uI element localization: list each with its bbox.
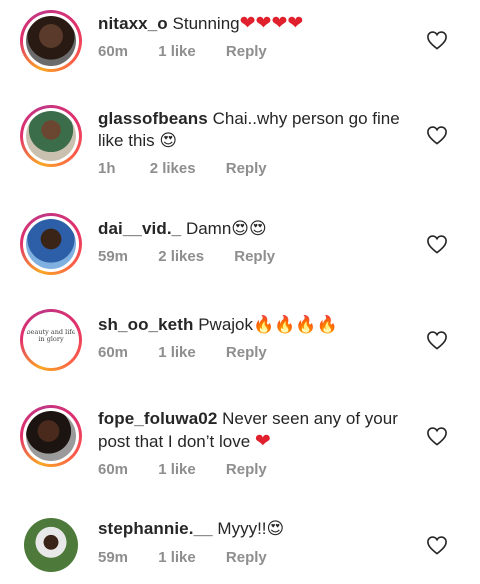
comment-likes[interactable]: 2 likes bbox=[158, 248, 204, 265]
avatar-photo: beauty and life in glory bbox=[26, 315, 76, 365]
heart-outline-icon[interactable] bbox=[426, 125, 448, 145]
reply-button[interactable]: Reply bbox=[234, 248, 275, 265]
avatar-signature: beauty and life in glory bbox=[26, 328, 76, 343]
comment-text: sh_oo_keth Pwajok🔥🔥🔥🔥 bbox=[98, 314, 418, 336]
comment-meta: 60m 1 like Reply bbox=[98, 461, 267, 478]
comment-meta: 59m 1 like Reply bbox=[98, 549, 267, 566]
avatar-nitaxx-o[interactable] bbox=[20, 10, 82, 72]
comment-time: 1h bbox=[98, 160, 116, 177]
reply-button[interactable]: Reply bbox=[226, 549, 267, 566]
avatar-fope-foluwa02[interactable] bbox=[20, 405, 82, 467]
comment-time: 59m bbox=[98, 248, 129, 265]
comment-text: glassofbeans Chai..why person go fine li… bbox=[98, 108, 418, 152]
avatar-photo bbox=[26, 411, 76, 461]
heart-outline-icon[interactable] bbox=[426, 330, 448, 350]
heart-emoji: ❤❤❤❤ bbox=[239, 12, 304, 34]
avatar-dai-vid[interactable] bbox=[20, 213, 82, 275]
comment-likes[interactable]: 1 like bbox=[158, 344, 196, 361]
comment-likes[interactable]: 1 like bbox=[158, 549, 196, 566]
comment-likes[interactable]: 1 like bbox=[158, 461, 196, 478]
comment-username[interactable]: sh_oo_keth bbox=[98, 315, 193, 334]
comment-body: Pwajok bbox=[193, 315, 254, 334]
comment-meta: 60m 1 like Reply bbox=[98, 344, 267, 361]
reply-button[interactable]: Reply bbox=[226, 160, 267, 177]
heart-emoji: ❤ bbox=[254, 430, 271, 452]
comment-time: 59m bbox=[98, 549, 129, 566]
comment-text: nitaxx_o Stunning❤❤❤❤ bbox=[98, 12, 418, 35]
avatar-photo bbox=[26, 111, 76, 161]
comment-text: dai__vid._ Damn😍😍 bbox=[98, 218, 418, 240]
avatar-stephannie[interactable] bbox=[20, 514, 82, 576]
comment-likes[interactable]: 2 likes bbox=[150, 160, 196, 177]
heart-eyes-emoji: 😍 bbox=[266, 519, 285, 539]
heart-outline-icon[interactable] bbox=[426, 426, 448, 446]
avatar-photo bbox=[24, 518, 78, 572]
reply-button[interactable]: Reply bbox=[226, 461, 267, 478]
comment-username[interactable]: fope_foluwa02 bbox=[98, 409, 217, 428]
comment-username[interactable]: nitaxx_o bbox=[98, 14, 168, 33]
comment-text: fope_foluwa02 Never seen any of your pos… bbox=[98, 408, 418, 453]
heart-outline-icon[interactable] bbox=[426, 535, 448, 555]
heart-outline-icon[interactable] bbox=[426, 30, 448, 50]
reply-button[interactable]: Reply bbox=[226, 43, 267, 60]
comment-meta: 1h 2 likes Reply bbox=[98, 160, 267, 177]
comment-username[interactable]: stephannie.__ bbox=[98, 519, 213, 538]
comment-text: stephannie.__ Myyy!!😍 bbox=[98, 518, 418, 540]
comment-likes[interactable]: 1 like bbox=[158, 43, 196, 60]
comment-body: Damn bbox=[181, 219, 232, 238]
comment-time: 60m bbox=[98, 43, 129, 60]
avatar-sh-oo-keth[interactable]: beauty and life in glory bbox=[20, 309, 82, 371]
comment-meta: 60m 1 like Reply bbox=[98, 43, 267, 60]
comment-meta: 59m 2 likes Reply bbox=[98, 248, 275, 265]
comment-time: 60m bbox=[98, 344, 129, 361]
heart-eyes-emoji: 😍😍 bbox=[231, 219, 267, 239]
comment-body: Stunning bbox=[167, 14, 240, 33]
comment-time: 60m bbox=[98, 461, 129, 478]
reply-button[interactable]: Reply bbox=[226, 344, 267, 361]
heart-outline-icon[interactable] bbox=[426, 234, 448, 254]
fire-emoji: 🔥🔥🔥🔥 bbox=[253, 315, 338, 335]
avatar-glassofbeans[interactable] bbox=[20, 105, 82, 167]
avatar-photo bbox=[26, 219, 76, 269]
comment-body: Myyy!! bbox=[212, 519, 267, 538]
comment-username[interactable]: dai__vid._ bbox=[98, 219, 181, 238]
comment-username[interactable]: glassofbeans bbox=[98, 109, 208, 128]
avatar-photo bbox=[26, 16, 76, 66]
heart-eyes-emoji: 😍 bbox=[159, 131, 178, 151]
